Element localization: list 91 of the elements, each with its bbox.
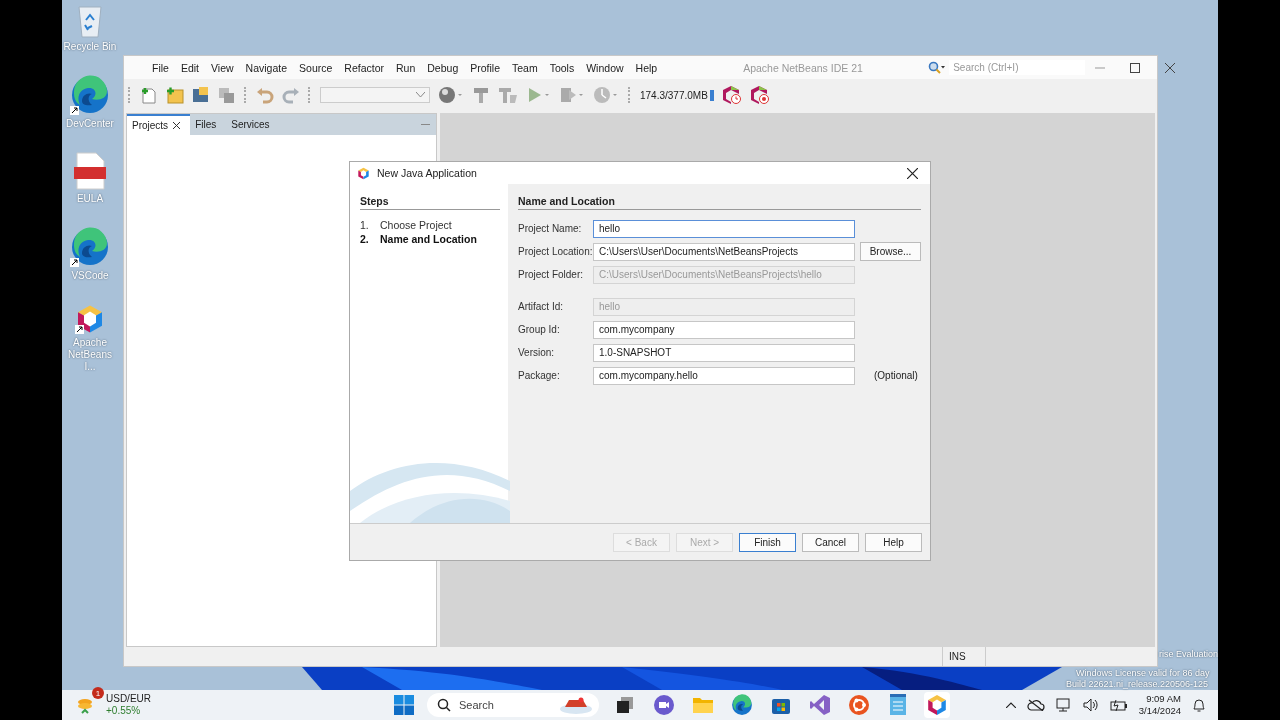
volume-icon[interactable] bbox=[1082, 698, 1099, 712]
cube-target-icon[interactable] bbox=[749, 85, 770, 105]
shortcut-arrow-icon bbox=[70, 258, 79, 267]
dialog-button[interactable]: Finish bbox=[739, 532, 796, 552]
bell-icon[interactable] bbox=[1192, 697, 1206, 713]
swirl-logo-icon bbox=[731, 694, 753, 716]
chat-camera-icon[interactable] bbox=[653, 694, 675, 716]
widget-change: +0.55% bbox=[106, 705, 142, 717]
menu-item[interactable]: Profile bbox=[464, 61, 506, 74]
clock-time[interactable]: 9:09 AM bbox=[1146, 693, 1181, 705]
swirl-logo-icon bbox=[70, 75, 110, 115]
dialog-button[interactable]: Help bbox=[865, 532, 922, 552]
panel-tab[interactable]: Files bbox=[190, 114, 227, 135]
insert-mode: INS bbox=[948, 650, 967, 664]
dialog-button[interactable]: Cancel bbox=[802, 532, 859, 552]
cube-clock-icon[interactable] bbox=[721, 85, 742, 105]
new-folder-icon[interactable] bbox=[166, 86, 184, 104]
recycle-bin-icon bbox=[75, 4, 105, 38]
menu-item[interactable]: Debug bbox=[421, 61, 465, 74]
start-icon[interactable] bbox=[394, 695, 414, 715]
minimize-icon[interactable] bbox=[421, 123, 430, 126]
text-field[interactable]: C:\Users\User\Documents\NetBeansProjects bbox=[593, 242, 855, 261]
pdf-file-icon bbox=[74, 152, 106, 190]
text-field[interactable]: com.mycompany.hello bbox=[593, 366, 855, 385]
field-label: Project Location: bbox=[518, 246, 593, 257]
evaluation-notice: Windows License valid for 86 day bbox=[1076, 668, 1210, 679]
close-icon[interactable] bbox=[173, 122, 181, 129]
chevron-up-icon[interactable] bbox=[1005, 702, 1016, 708]
evaluation-notice: rise Evaluation bbox=[1159, 649, 1218, 660]
menu-item[interactable]: Run bbox=[390, 61, 422, 74]
open-folder-icon[interactable] bbox=[192, 86, 210, 104]
maximize-icon[interactable] bbox=[1130, 62, 1141, 73]
infinity-logo-icon[interactable] bbox=[809, 694, 831, 716]
menu-item[interactable]: Help bbox=[629, 61, 664, 74]
cloud-off-icon[interactable] bbox=[1026, 699, 1045, 711]
cube-logo-icon bbox=[75, 304, 105, 334]
field-label: Project Folder: bbox=[518, 269, 585, 280]
menu-item[interactable]: Edit bbox=[174, 61, 205, 74]
menu-item[interactable]: Source bbox=[293, 61, 339, 74]
shortcut-arrow-icon bbox=[70, 106, 79, 115]
battery-icon[interactable] bbox=[1109, 699, 1128, 711]
window-title: Apache NetBeans IDE 21 bbox=[743, 61, 864, 74]
notepad-icon[interactable] bbox=[889, 694, 907, 716]
menu-item[interactable]: Window bbox=[580, 61, 630, 74]
search-icon bbox=[437, 698, 451, 712]
cube-logo-icon bbox=[357, 166, 370, 180]
dialog-title: New Java Application bbox=[377, 167, 477, 179]
new-file-icon[interactable] bbox=[140, 86, 158, 104]
steps-heading: Steps bbox=[360, 195, 500, 210]
step-number: 1. bbox=[360, 219, 370, 231]
close-icon[interactable] bbox=[907, 167, 918, 179]
cube-logo-icon[interactable] bbox=[926, 694, 948, 716]
field-label: Package: bbox=[518, 370, 561, 381]
section-title: Name and Location bbox=[518, 195, 921, 210]
menu-item[interactable]: Refactor bbox=[338, 61, 390, 74]
field-label: Artifact Id: bbox=[518, 301, 564, 312]
globe-icon[interactable] bbox=[438, 86, 464, 104]
evaluation-notice: Build 22621.ni_release.220506-125 bbox=[1066, 679, 1209, 690]
field-label: Group Id: bbox=[518, 324, 561, 335]
optional-note: (Optional) bbox=[874, 370, 918, 381]
text-field[interactable]: com.mycompany bbox=[593, 320, 855, 339]
taskbar-search[interactable]: Search bbox=[427, 693, 599, 717]
shortcut-arrow-icon bbox=[75, 325, 84, 334]
step-label: Name and Location bbox=[380, 233, 477, 245]
network-icon[interactable] bbox=[1055, 697, 1072, 713]
stacked-windows-icon[interactable] bbox=[615, 695, 635, 715]
stacked-pages-icon[interactable] bbox=[218, 86, 236, 104]
clock-date[interactable]: 3/14/2024 bbox=[1138, 705, 1181, 717]
menu-item[interactable]: Team bbox=[506, 61, 544, 74]
circle-of-friends-icon[interactable] bbox=[848, 694, 870, 716]
step-label: Choose Project bbox=[380, 219, 452, 231]
menu-item[interactable]: Navigate bbox=[239, 61, 294, 74]
field-label: Version: bbox=[518, 347, 556, 358]
browse-button[interactable]: Browse... bbox=[860, 242, 921, 261]
hammer-icon[interactable] bbox=[472, 86, 490, 104]
panel-tab[interactable]: Services bbox=[226, 114, 280, 135]
step-number: 2. bbox=[360, 233, 370, 245]
text-field[interactable]: hello bbox=[593, 219, 855, 238]
swirl-logo-icon bbox=[70, 227, 110, 267]
field-label: Project Name: bbox=[518, 223, 583, 234]
pie-dish-icon bbox=[559, 695, 593, 715]
menu-item[interactable]: File bbox=[146, 61, 175, 74]
search-icon[interactable] bbox=[928, 61, 947, 74]
chevron-down-icon bbox=[416, 92, 425, 98]
panel-tab[interactable]: Projects bbox=[127, 114, 191, 135]
menu-item[interactable]: Tools bbox=[543, 61, 581, 74]
search-field[interactable]: Search (Ctrl+I) bbox=[949, 60, 1086, 75]
text-field[interactable]: 1.0-SNAPSHOT bbox=[593, 343, 855, 362]
memory-usage[interactable]: 174.3/377.0MB bbox=[640, 89, 714, 101]
menu-item[interactable]: View bbox=[205, 61, 240, 74]
widget-title[interactable]: USD/EUR bbox=[106, 693, 151, 705]
